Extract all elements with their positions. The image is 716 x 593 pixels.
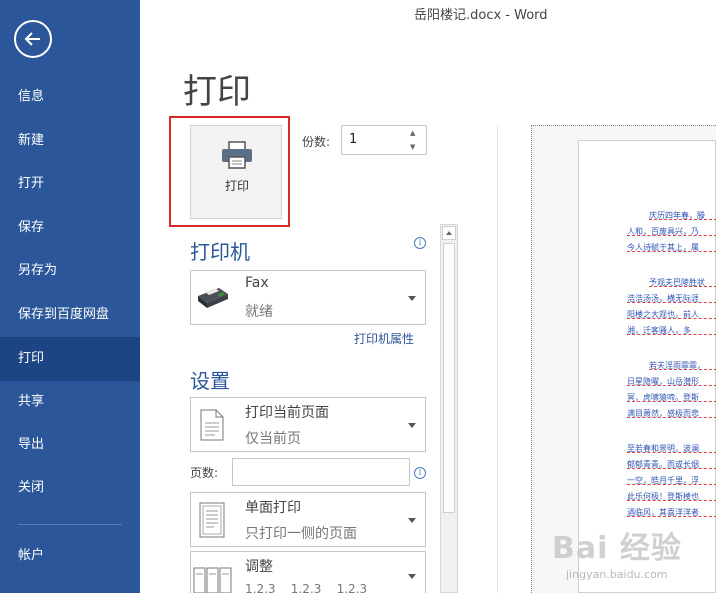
preview-line: 阳楼之大观也，前人 <box>627 310 716 319</box>
copies-stepper[interactable]: 1 ▲ ▼ <box>341 125 427 155</box>
sidebar-item-export[interactable]: 导出 <box>0 423 140 467</box>
spin-down-icon[interactable]: ▼ <box>410 143 420 151</box>
preview-line: 湘，迁客骚人，多 <box>627 326 716 335</box>
preview-line: 满目萧然，感极而悲 <box>627 409 716 418</box>
preview-line: 冥，虎啸猿啼。登斯 <box>627 393 716 402</box>
print-range-main: 打印当前页面 <box>245 405 329 421</box>
sidebar-item-print[interactable]: 打印 <box>0 337 140 381</box>
settings-section-title: 设置 <box>190 369 230 393</box>
preview-line: 至若春和景明，波澜 <box>627 444 716 453</box>
collate-dropdown[interactable]: 调整 1,2,3 1,2,3 1,2,3 <box>190 551 426 593</box>
info-icon[interactable]: i <box>414 237 426 249</box>
collate-main: 调整 <box>245 559 273 575</box>
watermark-url: jingyan.baidu.com <box>566 568 668 581</box>
sidebar-item-open[interactable]: 打开 <box>0 162 140 206</box>
sidebar-item-info[interactable]: 信息 <box>0 75 140 119</box>
sidebar-item-new[interactable]: 新建 <box>0 119 140 163</box>
pages-input[interactable] <box>232 458 410 486</box>
preview-line: 予观夫巴陵胜状 <box>649 278 716 287</box>
pane-divider <box>497 126 498 593</box>
copies-label: 份数: <box>302 135 331 149</box>
sidebar-item-save-to-baidu[interactable]: 保存到百度网盘 <box>0 293 140 337</box>
chevron-down-icon <box>408 518 416 523</box>
collate-sub: 1,2,3 1,2,3 1,2,3 <box>245 582 368 593</box>
page-icon <box>200 409 224 441</box>
sides-dropdown[interactable]: 单面打印 只打印一侧的页面 <box>190 492 426 547</box>
page-title: 打印 <box>183 72 251 112</box>
printer-status: 就绪 <box>245 304 273 320</box>
pages-label: 页数: <box>190 466 219 480</box>
sides-main: 单面打印 <box>245 500 301 516</box>
fax-machine-icon <box>198 288 228 308</box>
sidebar-item-save[interactable]: 保存 <box>0 206 140 250</box>
settings-scrollbar[interactable] <box>440 224 458 593</box>
chevron-down-icon <box>408 574 416 579</box>
sidebar-item-account[interactable]: 帐户 <box>0 534 140 578</box>
print-button-label: 打印 <box>224 179 249 193</box>
chevron-down-icon <box>408 296 416 301</box>
single-sided-page-icon <box>199 502 225 538</box>
preview-line: 郁郁青青。而或长烟 <box>627 460 716 469</box>
print-range-dropdown[interactable]: 打印当前页面 仅当前页 <box>190 397 426 452</box>
preview-line: 人和，百废具兴，乃 <box>627 227 716 236</box>
printer-icon <box>222 141 252 169</box>
window-title: 岳阳楼记.docx - Word <box>414 8 548 23</box>
print-button[interactable]: 打印 <box>190 125 282 219</box>
sidebar-item-close[interactable]: 关闭 <box>0 466 140 510</box>
info-icon[interactable]: i <box>414 467 426 479</box>
preview-line: 庆历四年春，滕 <box>649 211 716 220</box>
preview-line: 此乐何极！登斯楼也 <box>627 492 716 501</box>
backstage-sidebar: 信息 新建 打开 保存 另存为 保存到百度网盘 打印 共享 导出 关闭 帐户 <box>0 0 140 593</box>
preview-line: 若夫淫雨霏霏， <box>649 361 716 370</box>
sidebar-divider <box>18 524 122 525</box>
collated-pages-icon <box>193 567 232 593</box>
preview-line: 酒临风，其喜洋洋者 <box>627 508 716 517</box>
baidu-jingyan-watermark: Bai 经验 jingyan.baidu.com <box>552 523 716 593</box>
printer-section-title: 打印机 <box>190 240 250 264</box>
preview-line: 今人诗赋于其上，属 <box>627 243 716 252</box>
preview-line: 浩浩汤汤，横无际涯 <box>627 294 716 303</box>
scrollbar-thumb[interactable] <box>443 243 455 513</box>
sidebar-item-share[interactable]: 共享 <box>0 380 140 424</box>
chevron-down-icon <box>408 423 416 428</box>
sides-sub: 只打印一侧的页面 <box>245 526 357 542</box>
spin-up-icon[interactable]: ▲ <box>410 129 420 137</box>
print-range-sub: 仅当前页 <box>245 431 301 447</box>
scroll-up-icon[interactable] <box>442 226 456 240</box>
copies-value: 1 <box>349 132 358 147</box>
printer-properties-link[interactable]: 打印机属性 <box>354 330 414 347</box>
back-arrow-icon[interactable] <box>14 20 52 58</box>
watermark-logo-text: Bai 经验 <box>552 531 682 566</box>
printer-dropdown[interactable]: Fax 就绪 <box>190 270 426 325</box>
sidebar-item-save-as[interactable]: 另存为 <box>0 249 140 293</box>
preview-line: 一空，皓月千里，浮 <box>627 476 716 485</box>
printer-name: Fax <box>245 275 269 291</box>
preview-line: 日星隐曜，山岳潜形 <box>627 377 716 386</box>
